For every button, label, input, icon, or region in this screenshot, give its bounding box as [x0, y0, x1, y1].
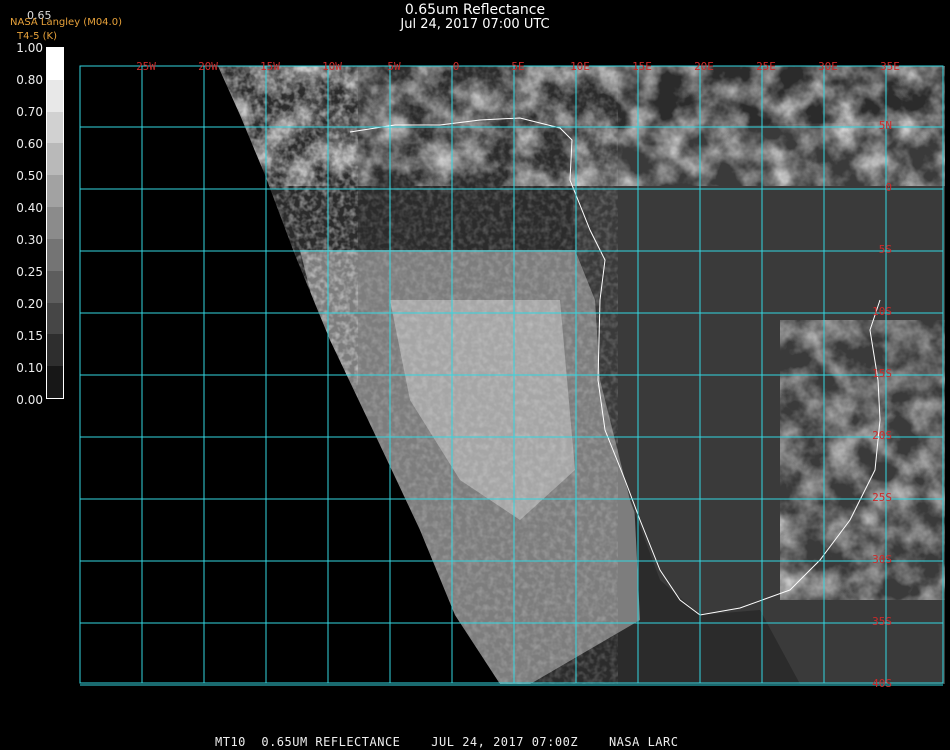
latitude-label: 25S	[872, 491, 892, 504]
longitude-label: 10E	[570, 60, 590, 73]
latitude-label: 10S	[872, 305, 892, 318]
longitude-label: 25E	[756, 60, 776, 73]
longitude-label: 5W	[387, 60, 401, 73]
longitude-label: 25W	[136, 60, 156, 73]
longitude-label: 20E	[694, 60, 714, 73]
longitude-label: 0	[453, 60, 460, 73]
latitude-label: 5S	[879, 243, 892, 256]
latitude-label: 30S	[872, 553, 892, 566]
latitude-label: 35S	[872, 615, 892, 628]
latitude-label: 5N	[879, 119, 892, 132]
longitude-label: 35E	[880, 60, 900, 73]
longitude-label: 5E	[511, 60, 524, 73]
longitude-label: 15E	[632, 60, 652, 73]
longitude-label: 15W	[260, 60, 280, 73]
latitude-label: 20S	[872, 429, 892, 442]
footer-caption: MT10 0.65UM REFLECTANCE JUL 24, 2017 07:…	[215, 735, 679, 749]
longitude-label: 30E	[818, 60, 838, 73]
longitude-label: 10W	[322, 60, 342, 73]
longitude-label: 20W	[198, 60, 218, 73]
latitude-label: 15S	[872, 367, 892, 380]
satellite-map: 25W 20W 15W 10W 5W 0 5E 10E 15E 20E 25E 30E 35E 5N 0 5…	[79, 60, 945, 690]
latitude-label: 0	[885, 181, 892, 194]
latitude-label: 40S	[872, 677, 892, 690]
